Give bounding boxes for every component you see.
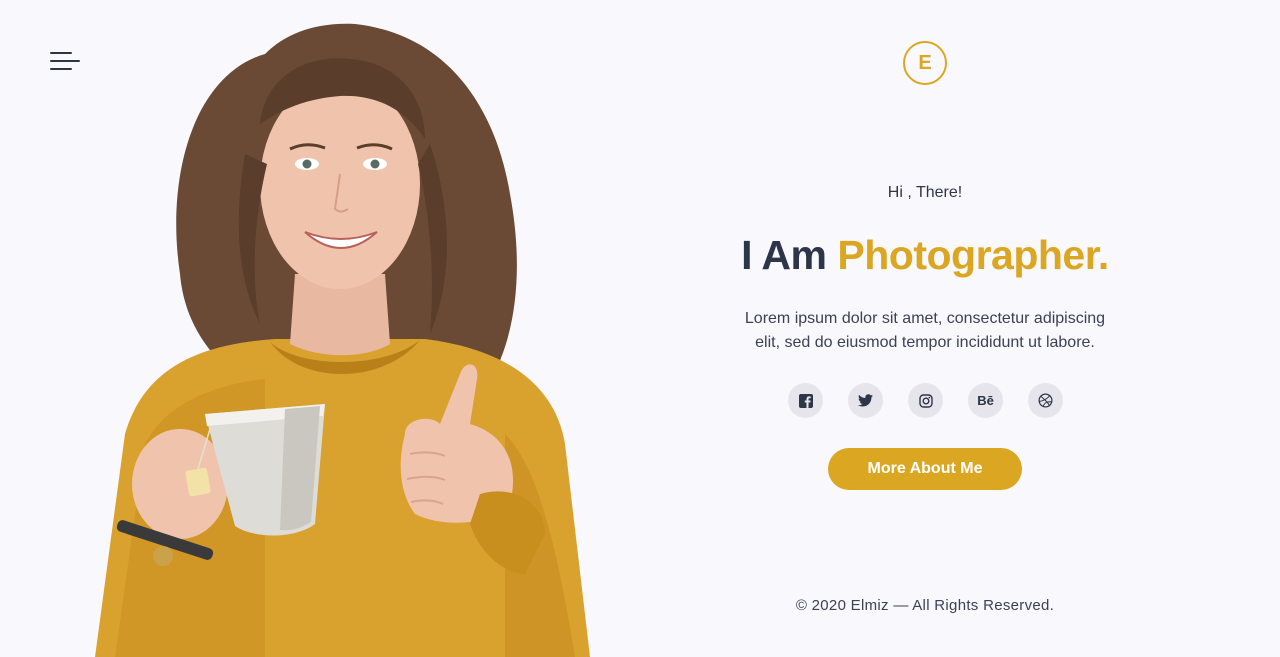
instagram-glyph bbox=[918, 393, 933, 408]
menu-line bbox=[50, 68, 72, 70]
facebook-icon[interactable] bbox=[788, 383, 823, 418]
greeting-text: Hi , There! bbox=[887, 184, 963, 201]
logo-letter: E bbox=[918, 51, 932, 74]
headline-prefix: I Am bbox=[741, 232, 838, 278]
instagram-icon[interactable] bbox=[908, 383, 943, 418]
hamburger-menu-icon[interactable] bbox=[48, 50, 82, 72]
intro-line: elit, sed do eiusmod tempor incididunt u… bbox=[755, 334, 1095, 351]
menu-line bbox=[50, 60, 80, 62]
hero-headline: I Am Photographer. bbox=[620, 232, 1230, 279]
twitter-glyph bbox=[858, 394, 873, 407]
dribbble-icon[interactable] bbox=[1028, 383, 1063, 418]
twitter-icon[interactable] bbox=[848, 383, 883, 418]
dribbble-glyph bbox=[1038, 393, 1053, 408]
site-logo[interactable]: E bbox=[903, 41, 947, 85]
landing-page: E Hi , There! I Am Photographer. Lorem i… bbox=[0, 0, 1280, 657]
facebook-glyph bbox=[798, 393, 813, 408]
intro-paragraph: Lorem ipsum dolor sit amet, consectetur … bbox=[620, 307, 1230, 355]
hero-photo bbox=[95, 23, 590, 657]
more-about-me-button[interactable]: More About Me bbox=[828, 448, 1022, 490]
behance-glyph: Bē bbox=[977, 393, 994, 408]
copyright-text: © 2020 Elmiz — All Rights Reserved. bbox=[795, 597, 1055, 614]
headline-accent: Photographer. bbox=[837, 232, 1109, 278]
menu-line bbox=[50, 52, 72, 54]
social-links: Bē bbox=[788, 383, 1063, 418]
behance-icon[interactable]: Bē bbox=[968, 383, 1003, 418]
intro-line: Lorem ipsum dolor sit amet, consectetur … bbox=[744, 310, 1106, 327]
